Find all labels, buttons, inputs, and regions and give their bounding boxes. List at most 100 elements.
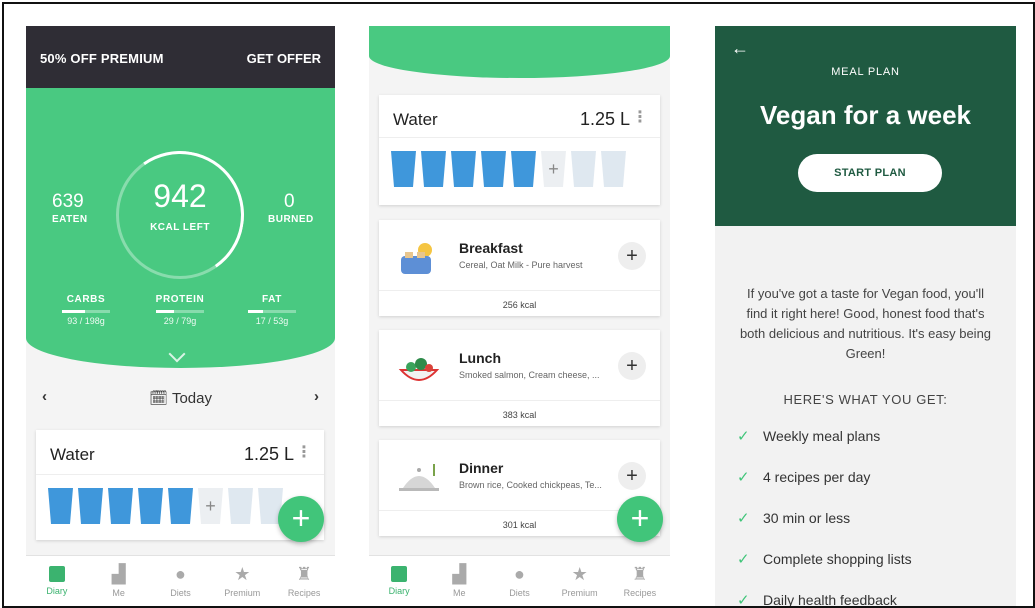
chef-hat-icon: ♜ [631, 564, 648, 584]
add-fab-button[interactable]: + [617, 496, 663, 542]
macro-label: CARBS [66, 294, 106, 305]
tab-recipes[interactable]: ♜ Recipes [279, 556, 329, 606]
water-glass-full[interactable] [168, 488, 193, 524]
meal-card-lunch[interactable]: Lunch Smoked salmon, Cream cheese, ... +… [379, 330, 660, 426]
bottom-tab-bar: Diary ▟ Me ● Diets ★ Premium ♜ Recipes [369, 555, 670, 606]
water-glass-full[interactable] [511, 151, 536, 187]
water-glass-empty[interactable] [228, 488, 253, 524]
meal-subtitle: Smoked salmon, Cream cheese, ... [459, 370, 600, 380]
bottom-tab-bar: Diary ▟ Me ● Diets ★ Premium ♜ Recipes [26, 555, 335, 606]
feature-label: Weekly meal plans [763, 428, 881, 444]
add-water-glass[interactable]: + [541, 151, 566, 187]
meal-kcal: 256 kcal [502, 300, 537, 310]
water-value: 1.25 L [243, 444, 294, 464]
feature-label: Complete shopping lists [763, 551, 912, 567]
tab-me[interactable]: ▟ Me [434, 556, 484, 606]
page-title: Vegan for a week [760, 100, 971, 130]
tab-diary[interactable]: Diary [374, 556, 424, 606]
macro-value: 29 / 79g [163, 316, 197, 326]
meal-plan-overline: MEAL PLAN [831, 66, 900, 78]
feature-label: Daily health feedback [763, 592, 897, 606]
tab-label: Recipes [623, 588, 657, 598]
water-card: Water 1.25 L ⋮ + [379, 95, 660, 205]
feature-item: ✓ Complete shopping lists [737, 551, 912, 568]
plan-description: If you've got a taste for Vegan food, yo… [739, 286, 992, 361]
tab-recipes[interactable]: ♜ Recipes [615, 556, 665, 606]
macro-label: PROTEIN [155, 294, 205, 305]
water-glass-full[interactable] [78, 488, 103, 524]
summary-header-collapsed [369, 26, 670, 78]
chart-icon: ▟ [111, 564, 126, 584]
kcal-left-label: KCAL LEFT [150, 222, 210, 233]
water-glass-full[interactable] [451, 151, 476, 187]
water-title: Water [393, 110, 438, 129]
macro-carbs: CARBS 93 / 198g [56, 294, 116, 326]
apple-icon: ● [175, 564, 186, 584]
macro-bar-fill [156, 310, 174, 313]
tab-premium[interactable]: ★ Premium [217, 556, 267, 606]
add-water-glass[interactable]: + [198, 488, 223, 524]
macro-bar-fill [62, 310, 85, 313]
chevron-right-icon[interactable]: › [314, 388, 319, 405]
apple-icon: ● [514, 564, 525, 584]
star-icon: ★ [571, 564, 588, 584]
meal-title: Lunch [459, 350, 501, 366]
add-food-button[interactable]: + [618, 242, 646, 270]
tab-me[interactable]: ▟ Me [94, 556, 144, 606]
start-plan-button[interactable]: START PLAN [798, 154, 942, 192]
water-title: Water [50, 445, 95, 464]
feature-item: ✓ Daily health feedback [737, 592, 897, 606]
water-glass-full[interactable] [48, 488, 73, 524]
dinner-cloche-icon [399, 464, 439, 491]
water-glasses: + [48, 488, 283, 524]
tab-label: Diets [509, 588, 530, 598]
more-options-icon[interactable]: ⋮ [632, 107, 648, 127]
diary-screen: 50% OFF PREMIUM GET OFFER 942 KCAL LEFT … [26, 26, 335, 606]
day-navigator: ‹ 🗓 Today › [26, 386, 335, 416]
tab-label: Premium [224, 588, 261, 598]
macro-protein: PROTEIN 29 / 79g [150, 294, 210, 326]
water-glass-full[interactable] [108, 488, 133, 524]
check-icon: ✓ [737, 551, 750, 568]
water-glass-full[interactable] [391, 151, 416, 187]
star-icon: ★ [234, 564, 251, 584]
back-arrow-icon[interactable]: ← [731, 38, 749, 59]
feature-item: ✓ 4 recipes per day [737, 469, 871, 486]
feature-label: 4 recipes per day [763, 469, 871, 485]
eaten-value: 639 [52, 191, 84, 212]
water-glass-full[interactable] [481, 151, 506, 187]
burned-label: BURNED [268, 214, 314, 225]
add-fab-button[interactable]: + [278, 496, 324, 542]
current-day-label[interactable]: 🗓 Today [26, 389, 335, 407]
tab-diets[interactable]: ● Diets [494, 556, 544, 606]
meal-plan-screen: ← MEAL PLAN Vegan for a week START PLAN … [715, 26, 1016, 606]
macro-bar [62, 310, 110, 313]
eaten-label: EATEN [52, 214, 88, 225]
more-options-icon[interactable]: ⋮ [296, 442, 312, 462]
diary-meals-screen: Water 1.25 L ⋮ + Breakfast Cereal, Oat M… [369, 26, 670, 606]
tab-label: Diary [388, 586, 410, 596]
diary-icon [391, 566, 408, 582]
macro-bar-fill [248, 310, 264, 313]
water-glass-empty[interactable] [571, 151, 596, 187]
tab-label: Me [453, 588, 466, 598]
tab-premium[interactable]: ★ Premium [555, 556, 605, 606]
water-glass-empty[interactable] [601, 151, 626, 187]
add-food-button[interactable]: + [618, 352, 646, 380]
tab-label: Premium [561, 588, 598, 598]
check-icon: ✓ [737, 469, 750, 486]
tab-label: Diary [46, 586, 68, 596]
promo-banner[interactable]: 50% OFF PREMIUM GET OFFER [26, 26, 335, 88]
get-offer-button[interactable]: GET OFFER [247, 51, 321, 66]
tab-diary[interactable]: Diary [32, 556, 82, 606]
water-glass-full[interactable] [421, 151, 446, 187]
meal-card-breakfast[interactable]: Breakfast Cereal, Oat Milk - Pure harves… [379, 220, 660, 316]
feature-item: ✓ Weekly meal plans [737, 428, 881, 445]
tab-diets[interactable]: ● Diets [155, 556, 205, 606]
chart-icon: ▟ [452, 564, 467, 584]
check-icon: ✓ [737, 592, 750, 606]
add-food-button[interactable]: + [618, 462, 646, 490]
meal-subtitle: Cereal, Oat Milk - Pure harvest [459, 260, 583, 270]
water-glass-full[interactable] [138, 488, 163, 524]
features-heading: HERE'S WHAT YOU GET: [783, 392, 948, 407]
